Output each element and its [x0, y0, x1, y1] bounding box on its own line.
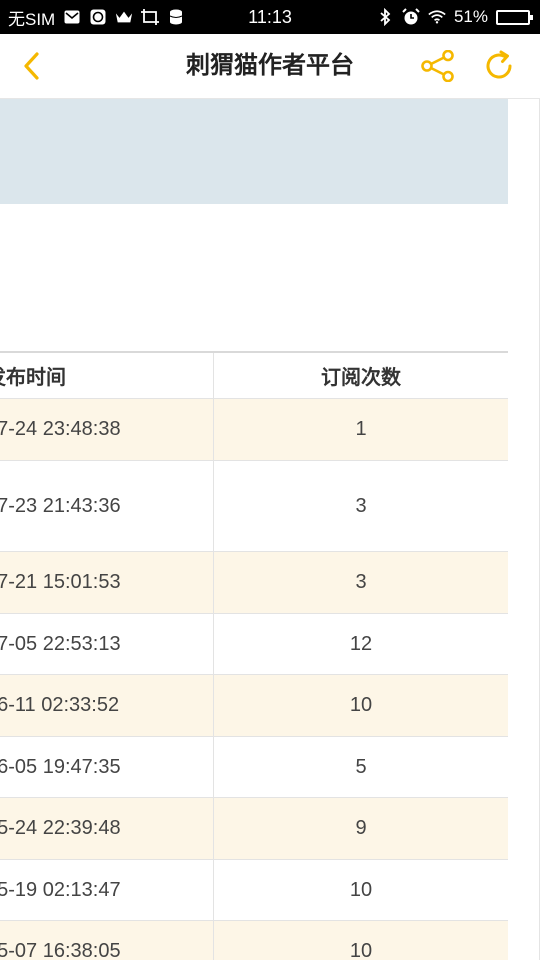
refresh-icon [486, 50, 512, 79]
banner [0, 99, 508, 204]
subscription-count: 1 [355, 418, 367, 440]
nav-bar: 刺猬猫作者平台 [0, 34, 540, 99]
publish-time: 07-24 23:48:38 [0, 399, 214, 460]
table-row[interactable]: 07-05 22:53:13 12 [0, 614, 508, 675]
subscription-count: 3 [355, 571, 367, 593]
table-row[interactable]: 06-05 19:47:35 5 [0, 737, 508, 798]
header-publish-time: 发布时间 [0, 353, 214, 398]
header-subscription-count: 订阅次数 [321, 367, 401, 389]
subscription-count: 12 [349, 632, 373, 655]
battery-percent: 51% [453, 7, 488, 26]
wifi-icon [428, 8, 446, 26]
share-button[interactable] [420, 48, 456, 84]
subscription-count: 10 [349, 878, 373, 901]
page-title: 刺猬猫作者平台 [186, 52, 354, 79]
status-bar: 无SIM 11:13 51% [0, 0, 540, 34]
publish-time: 05-24 22:39:48 [0, 798, 214, 859]
table-row[interactable]: 05-24 22:39:48 9 [0, 798, 508, 860]
table-row[interactable]: 07-23 21:43:36 3 [0, 461, 508, 552]
table-header-row: 发布时间 订阅次数 [0, 353, 508, 399]
chevron-left-icon [24, 52, 39, 80]
publish-time: 07-21 15:01:53 [0, 552, 214, 613]
subscription-count: 9 [355, 817, 367, 839]
publish-time: 06-11 02:33:52 [0, 675, 214, 736]
table-row[interactable]: 07-21 15:01:53 3 [0, 552, 508, 614]
refresh-button[interactable] [481, 48, 517, 84]
status-right: 51% [376, 0, 533, 34]
bluetooth-icon [376, 8, 394, 26]
table-row[interactable]: 05-19 02:13:47 10 [0, 860, 508, 921]
subscription-count: 10 [349, 940, 373, 960]
alarm-icon [402, 8, 420, 26]
subscription-count: 3 [355, 494, 367, 517]
subscription-count: 5 [355, 755, 367, 778]
table-row[interactable]: 05-07 16:38:05 10 [0, 921, 508, 960]
table-row[interactable]: 07-24 23:48:38 1 [0, 399, 508, 461]
subscription-table: 发布时间 订阅次数 07-24 23:48:38 1 07-23 21:43:3… [0, 351, 508, 960]
battery-icon [496, 9, 533, 25]
table-row[interactable]: 06-11 02:33:52 10 [0, 675, 508, 737]
publish-time: 06-05 19:47:35 [0, 737, 214, 797]
publish-time: 05-07 16:38:05 [0, 921, 214, 960]
back-button[interactable] [14, 48, 50, 84]
publish-time: 07-23 21:43:36 [0, 461, 214, 551]
publish-time: 05-19 02:13:47 [0, 860, 214, 920]
publish-time: 07-05 22:53:13 [0, 614, 214, 674]
main-content[interactable]: 发布时间 订阅次数 07-24 23:48:38 1 07-23 21:43:3… [0, 99, 540, 960]
subscription-count: 10 [349, 694, 373, 716]
share-icon [421, 50, 454, 82]
